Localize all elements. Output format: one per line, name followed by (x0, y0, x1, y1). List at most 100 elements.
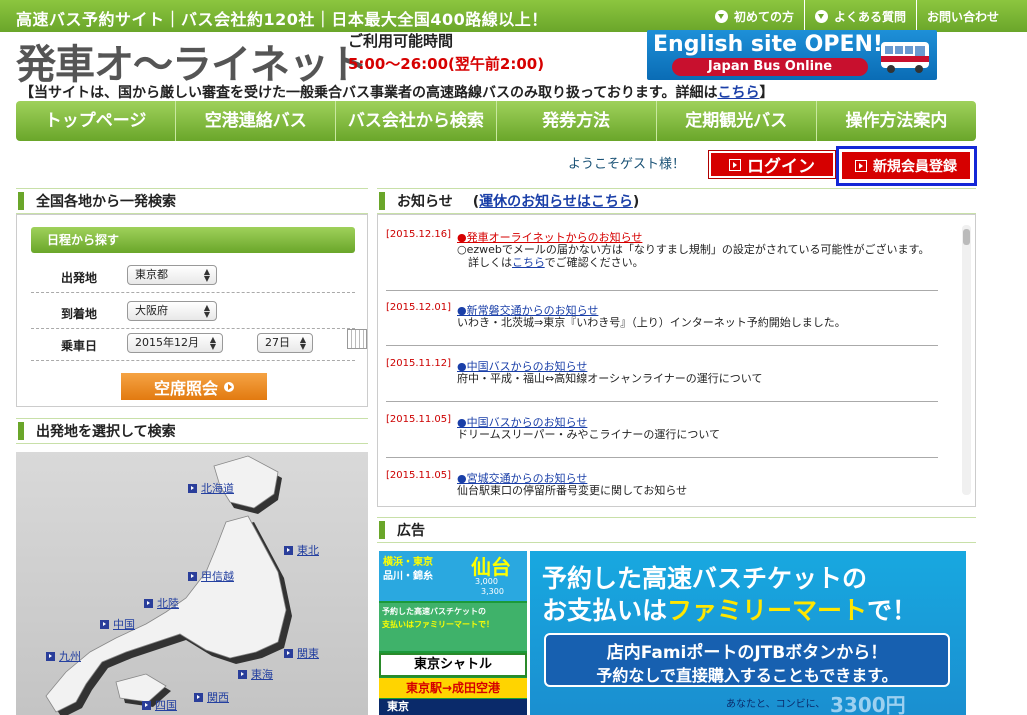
hours-time: 5:00〜26:00(翌午前2:00) (348, 55, 545, 73)
arrow-right-icon (284, 545, 293, 555)
updown-icon: ▲ ▼ (203, 267, 210, 283)
news-item: [2015.11.05] ●中国バスからのお知らせ ドリームスリーパー・みやこラ… (386, 414, 938, 458)
news-item: [2015.12.01] ●新常磐交通からのお知らせ いわき・北茨城⇒東京『いわ… (386, 302, 938, 346)
arrow-right-icon (194, 692, 203, 702)
month-select[interactable]: 2015年12月 ▲ ▼ (127, 333, 223, 353)
region-tohoku[interactable]: 東北 (284, 542, 319, 558)
nav-top-page[interactable]: トップページ (16, 101, 175, 141)
arrow-right-icon (855, 159, 867, 172)
arrow-right-icon (142, 700, 151, 710)
date-row: 乗車日 2015年12月 ▲ ▼ 27日 ▲ ▼ (31, 325, 367, 361)
news-date: [2015.11.05] (386, 470, 452, 481)
ad-main-line1: 予約した高速バスチケットの (542, 564, 868, 593)
news-body: ○ezwebでメールの届かない方は「なりすまし規制」の設定がされている可能性がご… (457, 243, 930, 269)
ad-narita-route[interactable]: 東京駅→成田空港 (379, 678, 527, 698)
region-kansai[interactable]: 関西 (194, 689, 229, 705)
news-scrollbar[interactable] (962, 225, 971, 495)
date-label: 乗車日 (61, 339, 98, 353)
register-highlight: 新規会員登録 (836, 146, 977, 186)
to-label: 到着地 (61, 307, 98, 321)
search-panel-header: 全国各地から一発検索 (16, 188, 368, 214)
updown-icon: ▲ ▼ (203, 303, 210, 319)
region-chugoku[interactable]: 中国 (100, 616, 135, 632)
nav-airport-bus[interactable]: 空港連絡バス (175, 101, 335, 141)
map-panel-title: 出発地を選択して検索 (36, 424, 176, 440)
top-bar: 高速バス予約サイト｜バス会社約120社｜日本最大全国400路線以上！ 初めての方… (0, 0, 1027, 32)
arrow-right-icon (238, 669, 247, 679)
nav-sightseeing-bus[interactable]: 定期観光バス (655, 101, 816, 141)
to-select[interactable]: 大阪府 ▲ ▼ (127, 301, 217, 321)
ad-main-line2: お支払いはファミリーマートで！ (542, 596, 918, 625)
updown-icon: ▲ ▼ (299, 335, 306, 351)
news-item: [2015.11.05] ●宮城交通からのお知らせ 仙台駅東口の停留所番号変更に… (386, 470, 938, 506)
arrow-right-icon (188, 571, 197, 581)
nav-how-to[interactable]: 操作方法案内 (815, 101, 976, 141)
arrow-right-icon (144, 598, 153, 608)
news-panel-header: お知らせ (運休のお知らせはこちら) (377, 188, 976, 214)
news-item: [2015.11.12] ●中国バスからのお知らせ 府中・平成・福山⇔高知線オー… (386, 358, 938, 402)
region-tokai[interactable]: 東海 (238, 666, 273, 682)
news-item: [2015.12.16] ●発車オーライネットからのお知らせ ○ezwebでメー… (386, 229, 938, 291)
calendar-icon[interactable] (347, 329, 367, 349)
news-date: [2015.11.05] (386, 414, 452, 425)
region-koshinetsu[interactable]: 甲信越 (188, 568, 234, 584)
bus-icon (881, 42, 929, 73)
news-title: お知らせ (397, 194, 453, 210)
ad-sendai-banner[interactable]: 横浜・東京 品川・錦糸 仙台 3,000 3,300 (379, 551, 527, 601)
news-date: [2015.12.01] (386, 302, 452, 313)
region-kanto[interactable]: 関東 (284, 645, 319, 661)
site-notice: 【当サイトは、国から厳しい審査を受けた一般乗合バス事業者の高速路線バスのみ取り扱… (20, 85, 774, 101)
search-by-date-tab[interactable]: 日程から探す (31, 227, 355, 253)
faq-link[interactable]: よくある質問 (803, 0, 916, 32)
news-date: [2015.11.12] (386, 358, 452, 369)
main-nav: トップページ 空港連絡バス バス会社から検索 発券方法 定期観光バス 操作方法案… (16, 101, 976, 141)
arrow-right-icon (46, 651, 55, 661)
register-button[interactable]: 新規会員登録 (842, 152, 970, 179)
ad-left-banners[interactable]: 横浜・東京 品川・錦糸 仙台 3,000 3,300 予約した高速バスチケットの… (379, 551, 527, 715)
news-date: [2015.12.16] (386, 229, 452, 240)
day-select[interactable]: 27日 ▲ ▼ (257, 333, 313, 353)
to-row: 到着地 大阪府 ▲ ▼ (31, 293, 355, 329)
region-hokuriku[interactable]: 北陸 (144, 595, 179, 611)
welcome-message: ようこそゲスト様！ (568, 157, 686, 172)
search-form: 日程から探す 出発地 東京都 ▲ ▼ 到着地 大阪府 ▲ ▼ 乗車日 2015年12月 ▲… (16, 214, 368, 407)
scroll-thumb[interactable] (963, 229, 970, 245)
arrow-right-icon (224, 381, 234, 392)
ad-familymart-banner[interactable]: 予約した高速バスチケットの お支払いはファミリーマートで！ 店内Famiポートの… (530, 551, 966, 715)
contact-link[interactable]: お問い合わせ (915, 0, 1009, 32)
ad-main-price: 3300円 (830, 693, 906, 715)
english-banner-subtitle: Japan Bus Online (672, 58, 868, 76)
top-links: 初めての方 よくある質問 お問い合わせ (705, 0, 1009, 32)
ads-title: 広告 (397, 523, 425, 539)
search-panel-title: 全国各地から一発検索 (36, 194, 176, 210)
login-button[interactable]: ログイン (708, 150, 836, 179)
ad-famima-mini[interactable]: 予約した高速バスチケットの 支払いはファミリーマートで！ (379, 603, 527, 651)
notice-details-link[interactable]: こちら (717, 85, 759, 101)
arrow-right-icon (729, 158, 741, 171)
news-body: ドリームスリーパー・みやこライナーの運行について (457, 428, 721, 441)
availability-search-button[interactable]: 空席照会 (121, 373, 267, 400)
english-site-banner[interactable]: English site OPEN! Japan Bus Online (647, 30, 937, 80)
ad-tokyo-bottom[interactable]: 東京 (379, 699, 527, 715)
news-body: 府中・平成・福山⇔高知線オーシャンライナーの運行について (457, 372, 763, 385)
arrow-right-icon (188, 483, 197, 493)
updown-icon: ▲ ▼ (209, 335, 216, 351)
region-kyushu[interactable]: 九州 (46, 648, 81, 664)
ad-main-info-box: 店内FamiポートのJTBボタンから！ 予約なしで直接購入することもできます。 (544, 633, 950, 687)
first-time-link[interactable]: 初めての方 (705, 0, 804, 32)
triangle-down-icon (714, 9, 728, 23)
news-details-link[interactable]: こちら (512, 256, 545, 269)
from-select[interactable]: 東京都 ▲ ▼ (127, 265, 217, 285)
ad-main-footer: あなたと、コンビに、 (726, 699, 826, 710)
triangle-down-icon (814, 9, 828, 23)
region-shikoku[interactable]: 四国 (142, 697, 177, 713)
region-hokkaido[interactable]: 北海道 (188, 480, 234, 496)
arrow-right-icon (100, 619, 109, 629)
service-hours: ご利用可能時間 5:00〜26:00(翌午前2:00) (348, 30, 544, 74)
news-body: いわき・北茨城⇒東京『いわき号』（上り）インターネット予約開始しました。 (457, 316, 846, 329)
suspension-notice-link[interactable]: 運休のお知らせはこちら (479, 194, 633, 210)
nav-ticketing[interactable]: 発券方法 (495, 101, 656, 141)
arrow-right-icon (284, 648, 293, 658)
nav-search-by-company[interactable]: バス会社から検索 (335, 101, 495, 141)
ad-tokyo-shuttle[interactable]: 東京シャトル (379, 653, 527, 677)
